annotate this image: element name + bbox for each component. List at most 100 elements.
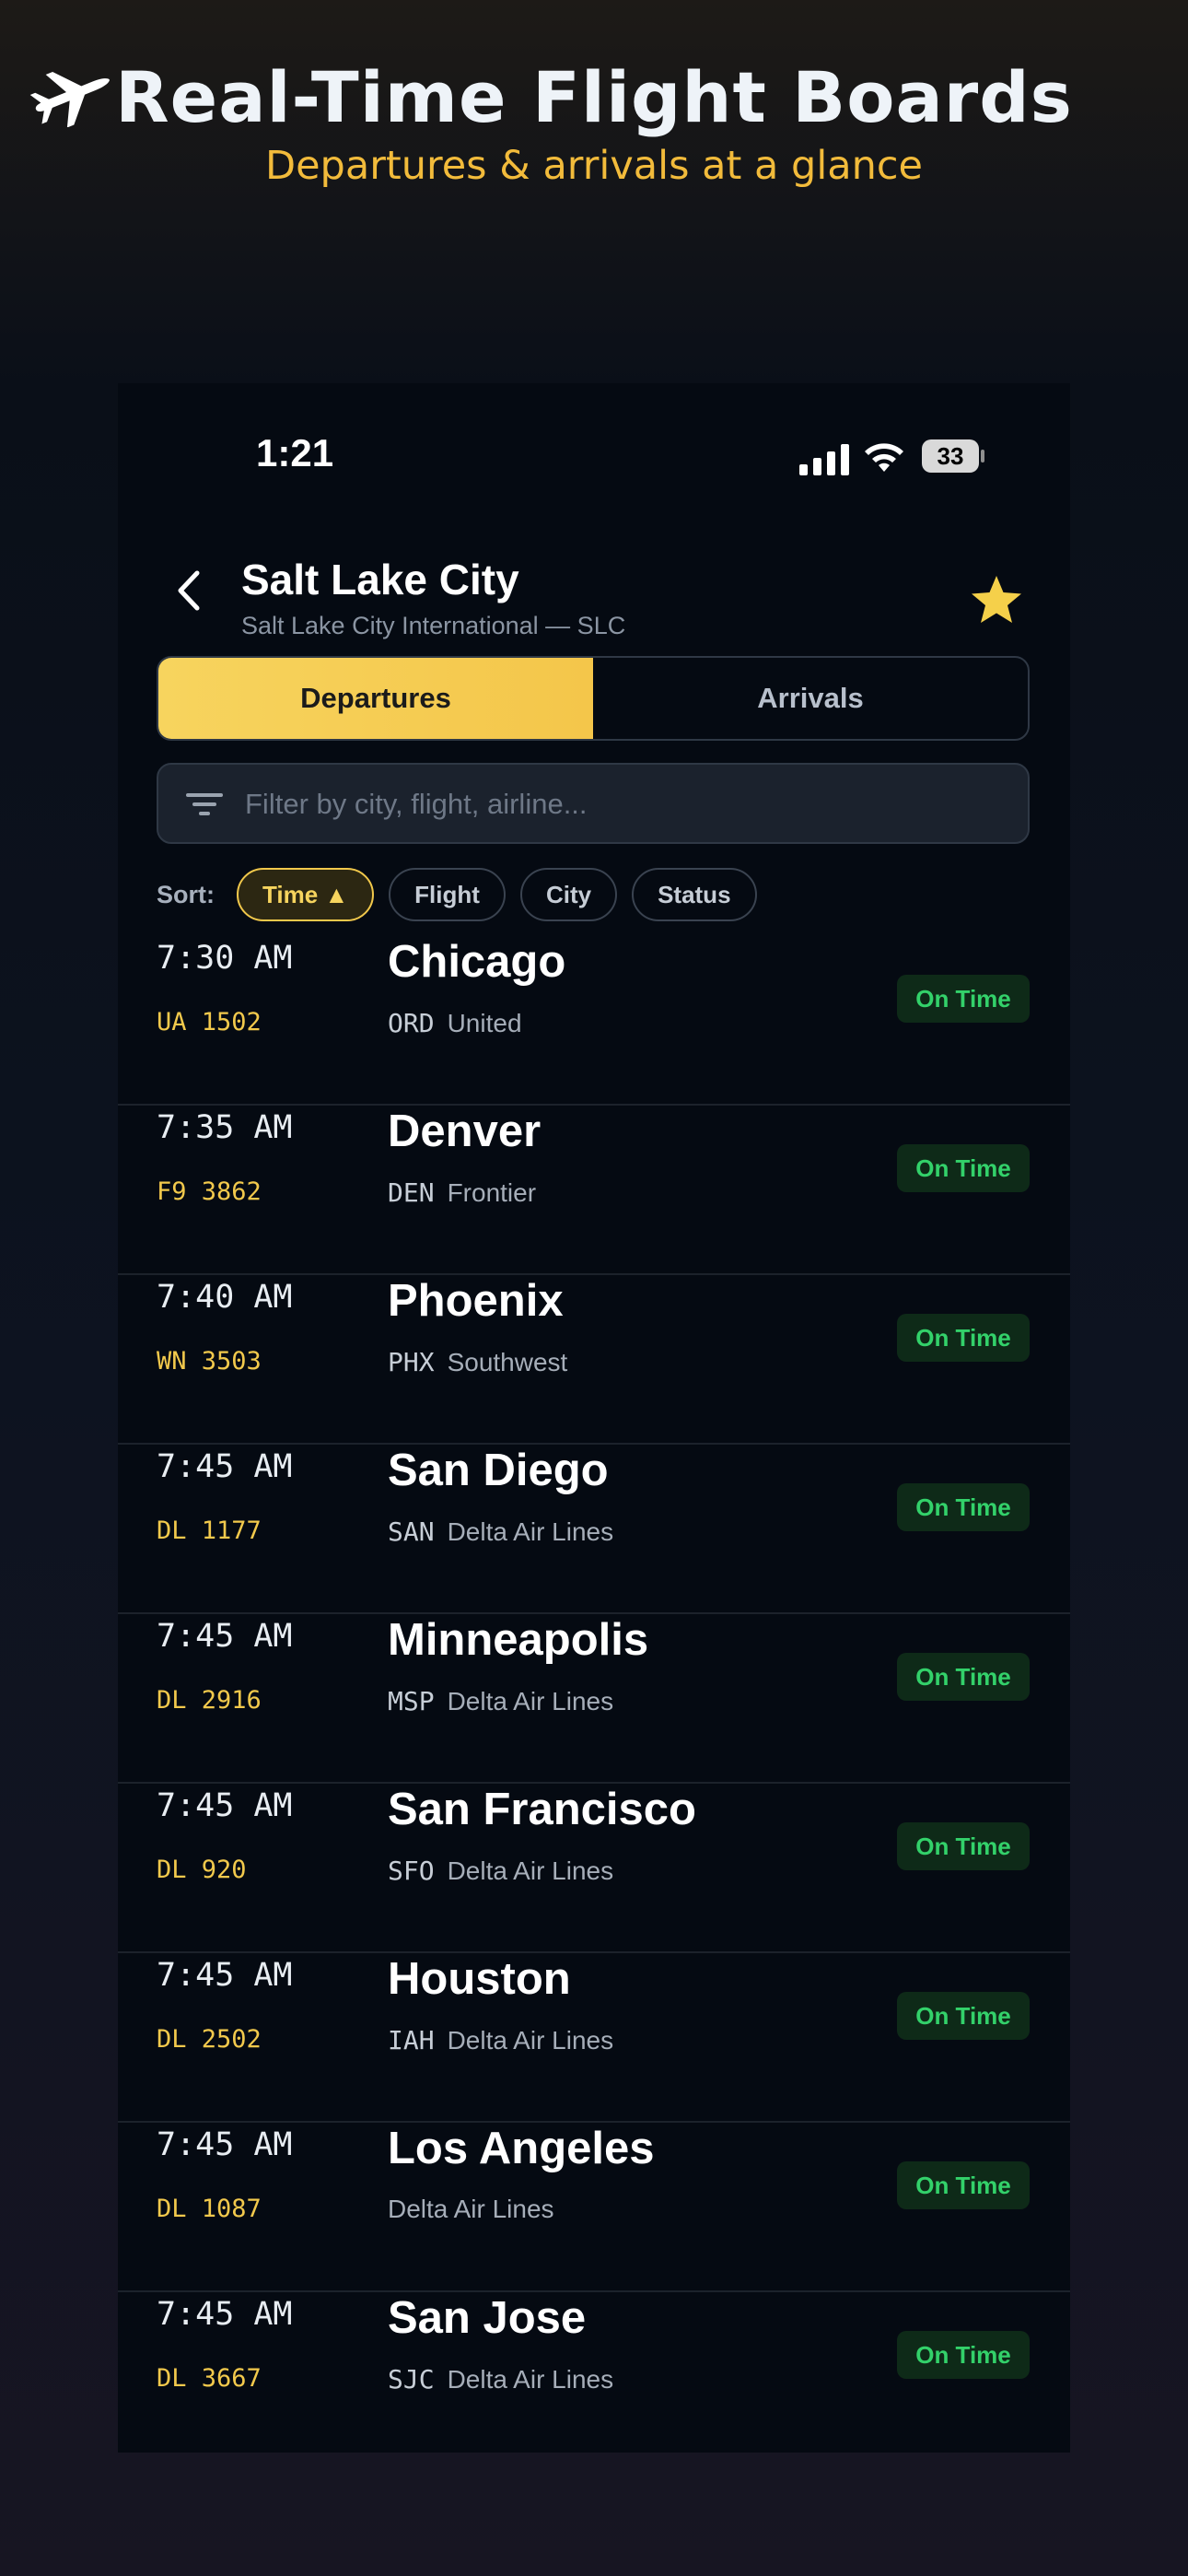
sort-chip-time[interactable]: Time ▲	[237, 868, 375, 921]
airport-code: ORD	[388, 1008, 435, 1038]
airport-code: SFO	[388, 1856, 435, 1886]
flight-city: Houston	[388, 1954, 571, 2004]
status-badge: On Time	[897, 1144, 1030, 1192]
flight-details: MSP Delta Air Lines	[388, 1686, 613, 1716]
wifi-icon	[865, 443, 903, 472]
sort-label: Sort:	[157, 880, 215, 908]
status-badge: On Time	[897, 1822, 1030, 1870]
flight-city: San Diego	[388, 1446, 609, 1495]
status-badge: On Time	[897, 1483, 1030, 1531]
hero-banner: Real-Time Flight Boards Departures & arr…	[0, 55, 1188, 189]
filter-box	[157, 763, 1030, 844]
flight-city: Minneapolis	[388, 1615, 649, 1665]
status-time: 1:21	[256, 431, 334, 474]
flight-details: SJC Delta Air Lines	[388, 2364, 613, 2395]
hero-subtitle: Departures & arrivals at a glance	[264, 143, 923, 190]
page-title: Salt Lake City	[241, 556, 519, 603]
filter-input[interactable]	[243, 765, 1002, 844]
airline-name: Southwest	[447, 1348, 568, 1376]
flight-city: San Jose	[388, 2293, 587, 2343]
battery-icon: 33	[921, 439, 985, 474]
flight-city: Denver	[388, 1107, 542, 1156]
flight-row[interactable]: 7:45 AM DL 3667 San Jose SJC Delta Air Li…	[118, 2292, 1070, 2453]
flight-row[interactable]: 7:30 AM UA 1502 Chicago ORD United On Tim…	[118, 936, 1070, 1106]
nav-header: Salt Lake City Salt Lake City Internatio…	[118, 542, 1070, 643]
airline-name: Delta Air Lines	[447, 2026, 614, 2055]
sort-chip-status[interactable]: Status	[632, 868, 757, 921]
filter-icon	[186, 793, 223, 815]
flight-row[interactable]: 7:45 AM DL 2502 Houston IAH Delta Air Lin…	[118, 1953, 1070, 2123]
flight-row[interactable]: 7:35 AM F9 3862 Denver DEN Frontier On Ti…	[118, 1106, 1070, 1275]
airline-name: Delta Air Lines	[447, 1517, 614, 1546]
flight-details: Delta Air Lines	[388, 2195, 554, 2224]
airport-code: DEN	[388, 1177, 435, 1208]
flight-city: Phoenix	[388, 1276, 564, 1326]
sort-chip-flight[interactable]: Flight	[389, 868, 506, 921]
back-chevron-icon[interactable]	[175, 569, 203, 612]
sort-chip-city[interactable]: City	[519, 868, 618, 921]
hero-title: Real-Time Flight Boards	[115, 56, 1073, 138]
status-badge: On Time	[897, 1314, 1030, 1362]
page-subtitle: Salt Lake City International — SLC	[241, 612, 626, 639]
status-badge: On Time	[897, 975, 1030, 1023]
status-badge: On Time	[897, 1992, 1030, 2040]
airport-code: PHX	[388, 1347, 435, 1377]
flight-number: DL 1177	[157, 1516, 262, 1545]
flight-details: PHX Southwest	[388, 1347, 567, 1377]
airline-name: Delta Air Lines	[447, 1856, 614, 1885]
flight-row[interactable]: 7:45 AM DL 2916 Minneapolis MSP Delta Air…	[118, 1614, 1070, 1784]
battery-level: 33	[937, 441, 964, 470]
airline-name: Delta Air Lines	[447, 1687, 614, 1715]
flight-row[interactable]: 7:45 AM DL 1177 San Diego SAN Delta Air L…	[118, 1445, 1070, 1614]
flight-city: Los Angeles	[388, 2124, 655, 2173]
tab-arrivals[interactable]: Arrivals	[593, 658, 1028, 739]
flight-time: 7:45 AM	[157, 2126, 293, 2163]
airline-name: Delta Air Lines	[388, 2195, 554, 2223]
flight-details: SFO Delta Air Lines	[388, 1856, 613, 1886]
flight-number: DL 1087	[157, 2195, 262, 2223]
flight-time: 7:30 AM	[157, 940, 293, 977]
status-badge: On Time	[897, 2161, 1030, 2209]
airline-name: Delta Air Lines	[447, 2365, 614, 2394]
flight-time: 7:45 AM	[157, 1448, 293, 1485]
flight-number: DL 2502	[157, 2025, 262, 2054]
flight-number: F9 3862	[157, 1177, 262, 1206]
airport-code: SAN	[388, 1516, 435, 1547]
flight-time: 7:35 AM	[157, 1109, 293, 1146]
flight-details: SAN Delta Air Lines	[388, 1516, 613, 1547]
flight-details: IAH Delta Air Lines	[388, 2025, 613, 2055]
hero-title-row: Real-Time Flight Boards	[29, 55, 1073, 139]
phone-screen: 1:21 33 Salt Lake City Salt Lake City In…	[118, 383, 1070, 2453]
cellular-signal-icon	[799, 444, 849, 475]
airline-name: United	[447, 1009, 522, 1037]
flight-number: DL 2916	[157, 1686, 262, 1715]
flight-row[interactable]: 7:40 AM WN 3503 Phoenix PHX Southwest On …	[118, 1275, 1070, 1445]
flight-number: DL 3667	[157, 2364, 262, 2393]
flight-city: Chicago	[388, 937, 566, 987]
favorite-star-icon[interactable]	[969, 573, 1024, 628]
flight-time: 7:45 AM	[157, 1957, 293, 1994]
tab-departures[interactable]: Departures	[158, 658, 593, 739]
flight-time: 7:45 AM	[157, 1618, 293, 1655]
flight-time: 7:40 AM	[157, 1279, 293, 1316]
flight-row[interactable]: 7:45 AM DL 920 San Francisco SFO Delta Ai…	[118, 1784, 1070, 1953]
status-badge: On Time	[897, 1653, 1030, 1701]
flight-time: 7:45 AM	[157, 1787, 293, 1824]
flight-list: 7:30 AM UA 1502 Chicago ORD United On Tim…	[118, 936, 1070, 2453]
status-badge: On Time	[897, 2331, 1030, 2379]
flight-number: UA 1502	[157, 1008, 262, 1036]
sort-bar: Sort: Time ▲ Flight City Status	[157, 866, 772, 923]
flight-row[interactable]: 7:45 AM DL 1087 Los Angeles Delta Air Li…	[118, 2123, 1070, 2292]
flight-details: DEN Frontier	[388, 1177, 536, 1208]
flight-number: DL 920	[157, 1856, 247, 1884]
flight-time: 7:45 AM	[157, 2296, 293, 2333]
status-bar: 1:21 33	[118, 383, 1070, 531]
airport-code: MSP	[388, 1686, 435, 1716]
airplane-icon	[29, 72, 110, 127]
flight-details: ORD United	[388, 1008, 522, 1038]
airport-code: SJC	[388, 2364, 435, 2395]
flight-number: WN 3503	[157, 1347, 262, 1376]
flight-city: San Francisco	[388, 1785, 696, 1834]
departures-arrivals-toggle: Departures Arrivals	[157, 656, 1030, 741]
airport-code: IAH	[388, 2025, 435, 2055]
